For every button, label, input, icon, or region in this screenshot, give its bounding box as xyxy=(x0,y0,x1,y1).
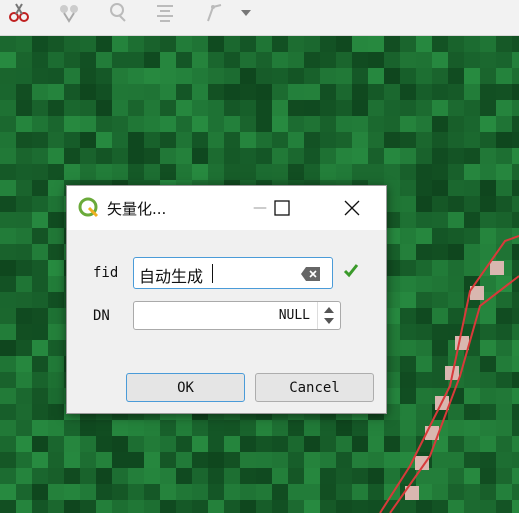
qgis-icon xyxy=(77,196,99,218)
close-button[interactable] xyxy=(329,186,375,230)
ok-label: OK xyxy=(177,379,194,396)
ok-button[interactable]: OK xyxy=(126,373,245,402)
digitize-dropdown-icon[interactable] xyxy=(200,0,230,26)
fid-label: fid xyxy=(93,265,119,281)
chevron-down-icon[interactable] xyxy=(236,0,256,26)
scissors-icon[interactable] xyxy=(4,0,34,26)
fid-value: 自动生成 xyxy=(139,267,204,286)
maximize-button[interactable] xyxy=(259,186,305,230)
spinbox-arrows-icon[interactable] xyxy=(317,302,340,329)
split-features-icon[interactable] xyxy=(104,0,134,26)
check-icon xyxy=(343,262,359,278)
dialog-titlebar: 矢量化... — xyxy=(67,186,386,230)
dn-spinbox[interactable]: NULL xyxy=(133,301,341,330)
clear-text-icon[interactable] xyxy=(300,266,322,282)
digitizing-toolbar xyxy=(0,0,519,36)
dn-label: DN xyxy=(93,308,110,324)
cancel-button[interactable]: Cancel xyxy=(255,373,374,402)
text-cursor xyxy=(212,264,213,283)
merge-features-icon[interactable] xyxy=(54,0,84,26)
dialog-title: 矢量化... xyxy=(107,200,167,218)
cancel-label: Cancel xyxy=(289,379,340,396)
attribute-form-dialog: 矢量化... — fid 自动生成 DN NULL OK Cancel xyxy=(66,185,387,414)
maximize-icon xyxy=(274,200,290,216)
align-icon[interactable] xyxy=(150,0,180,26)
close-icon xyxy=(344,200,360,216)
fid-field[interactable]: 自动生成 xyxy=(133,257,333,289)
dn-value: NULL xyxy=(278,308,310,323)
